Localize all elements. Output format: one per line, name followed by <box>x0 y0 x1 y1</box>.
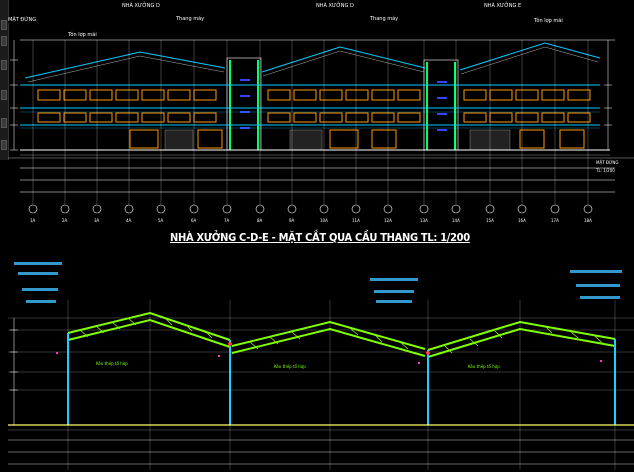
axis-label: 8A <box>257 218 263 223</box>
window-row-ground <box>129 129 585 149</box>
axis-label: 9A <box>289 218 295 223</box>
right-note-1: MẶT ĐỨNG <box>596 160 619 165</box>
axis-label: 10A <box>320 218 328 223</box>
window-row-lower <box>37 112 591 123</box>
axis-label: 11A <box>352 218 360 223</box>
axis-label: 16A <box>518 218 526 223</box>
truss-label-2: Kèo thép tổ hợp <box>274 364 306 369</box>
axis-label: 4A <box>126 218 132 223</box>
axis-bubbles <box>28 204 593 214</box>
truss-label-3: Kèo thép tổ hợp <box>468 364 500 369</box>
axis-label: 12A <box>384 218 392 223</box>
window-row-upper <box>37 89 591 101</box>
axis-label: 6A <box>191 218 197 223</box>
axis-label: 2A <box>62 218 68 223</box>
axis-label: 7A <box>224 218 230 223</box>
annotation-bars <box>14 262 622 303</box>
elevation-tag-1: NHÀ XƯỞNG D <box>122 3 160 9</box>
roof-label-1: Tôn lợp mái <box>68 32 97 38</box>
axis-label: 14A <box>452 218 460 223</box>
axis-label: 17A <box>551 218 559 223</box>
top-left-tag: MẶT ĐỨNG <box>8 17 37 23</box>
stair-label-1: Thang máy <box>176 16 205 22</box>
axis-label: 3A <box>94 218 100 223</box>
section-title: NHÀ XƯỞNG C-D-E - MẶT CẮT QUA CẦU THANG … <box>170 231 470 244</box>
axis-label: 15A <box>486 218 494 223</box>
elevation-tag-2: NHÀ XƯỞNG D <box>316 3 354 9</box>
axis-label: 5A <box>158 218 164 223</box>
roof-label-2: Tôn lợp mái <box>534 18 563 24</box>
axis-label: 18A <box>584 218 592 223</box>
truss-label-1: Kèo thép tổ hợp <box>96 361 128 366</box>
stair-label-2: Thang máy <box>370 16 399 22</box>
axis-label: 1A <box>30 218 36 223</box>
cad-drawing-canvas[interactable]: MẶT ĐỨNG NHÀ XƯỞNG D NHÀ XƯỞNG D NHÀ XƯỞ… <box>0 0 634 472</box>
axis-label: 13A <box>420 218 428 223</box>
right-note-2: TL: 1/200 <box>596 168 615 173</box>
elevation-tag-3: NHÀ XƯỞNG E <box>484 3 522 9</box>
elevation-roofs <box>24 42 601 79</box>
